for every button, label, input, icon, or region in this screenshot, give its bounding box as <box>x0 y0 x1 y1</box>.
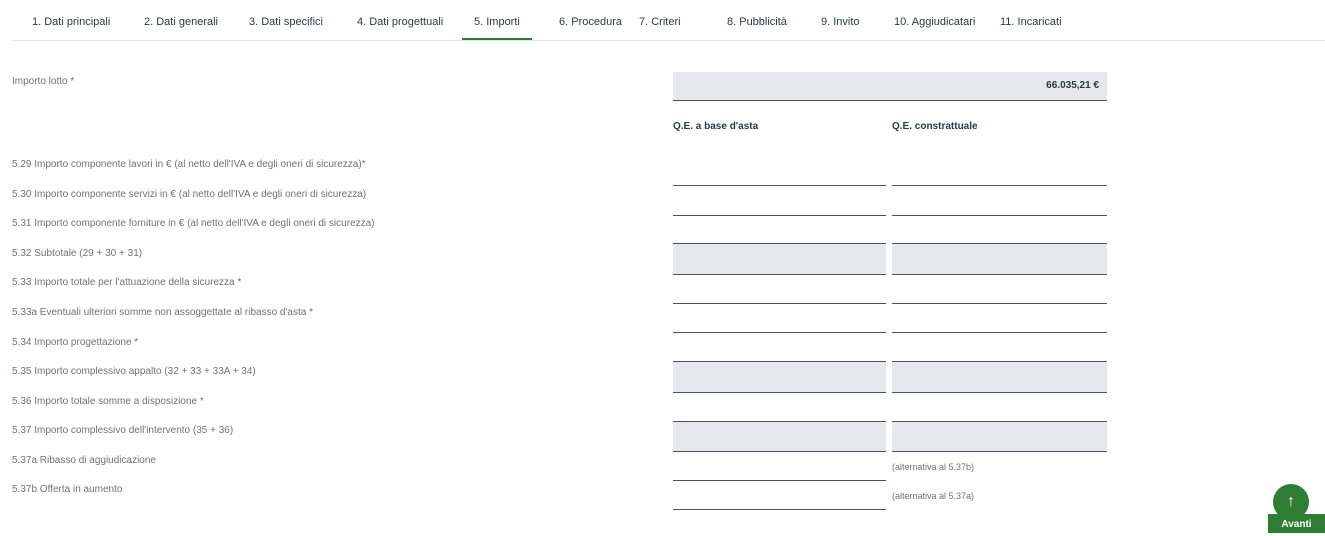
input-5-35-contrattuale <box>892 362 1107 393</box>
row-label-5-37: 5.37 Importo complessivo dell'intervento… <box>12 425 234 436</box>
input-5-32-base <box>673 244 886 275</box>
row-label-5-31: 5.31 Importo componente forniture in € (… <box>12 218 375 229</box>
row-label-5-37b: 5.37b Offerta in aumento <box>12 484 123 495</box>
column-header-base-asta: Q.E. a base d'asta <box>673 121 759 132</box>
row-label-5-30: 5.30 Importo componente servizi in € (al… <box>12 189 367 200</box>
tab-procedura[interactable]: 6. Procedura <box>557 0 624 40</box>
column-header-contrattuale: Q.E. constrattuale <box>892 121 978 132</box>
tab-criteri[interactable]: 7. Criteri <box>637 0 683 40</box>
row-label-5-37a: 5.37a Ribasso di aggiudicazione <box>12 455 156 466</box>
row-label-5-33: 5.33 Importo totale per l'attuazione del… <box>12 277 242 288</box>
input-5-34-contrattuale[interactable] <box>892 334 1107 362</box>
tab-invito[interactable]: 9. Invito <box>819 0 862 40</box>
input-5-33a-contrattuale[interactable] <box>892 305 1107 333</box>
input-5-37b-base[interactable] <box>673 482 886 510</box>
importo-lotto-label: Importo lotto * <box>12 76 75 87</box>
input-5-30-contrattuale[interactable] <box>892 188 1107 216</box>
input-5-37-base <box>673 422 886 452</box>
tab-dati-principali[interactable]: 1. Dati principali <box>30 0 112 40</box>
input-5-34-base[interactable] <box>673 334 886 362</box>
row-label-5-35: 5.35 Importo complessivo appalto (32 + 3… <box>12 366 256 377</box>
tab-dati-specifici[interactable]: 3. Dati specifici <box>247 0 325 40</box>
tab-incaricati[interactable]: 11. Incaricati <box>998 0 1064 40</box>
input-5-31-contrattuale[interactable] <box>892 216 1107 244</box>
row-label-5-32: 5.32 Subtotale (29 + 30 + 31) <box>12 248 143 259</box>
step-tabs: 1. Dati principali 2. Dati generali 3. D… <box>12 0 1325 41</box>
input-5-29-base[interactable] <box>673 158 886 186</box>
input-5-32-contrattuale <box>892 244 1107 275</box>
tab-importi[interactable]: 5. Importi <box>462 0 532 40</box>
input-5-30-base[interactable] <box>673 188 886 216</box>
hint-5-37b: (alternativa al 5.37a) <box>892 491 975 501</box>
importo-lotto-field: 66.035,21 € <box>673 72 1107 101</box>
input-5-37-contrattuale <box>892 422 1107 452</box>
input-5-36-contrattuale[interactable] <box>892 394 1107 422</box>
input-5-29-contrattuale[interactable] <box>892 158 1107 186</box>
hint-5-37a: (alternativa al 5.37b) <box>892 462 975 472</box>
tab-aggiudicatari[interactable]: 10. Aggiudicatari <box>892 0 977 40</box>
tab-dati-generali[interactable]: 2. Dati generali <box>142 0 220 40</box>
avanti-button[interactable]: Avanti <box>1268 514 1325 533</box>
row-label-5-29: 5.29 Importo componente lavori in € (al … <box>12 159 366 170</box>
tab-pubblicita[interactable]: 8. Pubblicità <box>725 0 789 40</box>
row-label-5-36: 5.36 Importo totale somme a disposizione… <box>12 396 204 407</box>
input-5-33-base[interactable] <box>673 276 886 304</box>
tab-dati-progettuali[interactable]: 4. Dati progettuali <box>355 0 445 40</box>
input-5-33-contrattuale[interactable] <box>892 276 1107 304</box>
row-label-5-33a: 5.33a Eventuali ulteriori somme non asso… <box>12 307 313 318</box>
input-5-36-base[interactable] <box>673 394 886 422</box>
row-label-5-34: 5.34 Importo progettazione * <box>12 337 139 348</box>
importo-lotto-value: 66.035,21 € <box>1046 80 1099 91</box>
input-5-31-base[interactable] <box>673 216 886 244</box>
input-5-37a-base[interactable] <box>673 453 886 481</box>
input-5-35-base <box>673 362 886 393</box>
input-5-33a-base[interactable] <box>673 305 886 333</box>
